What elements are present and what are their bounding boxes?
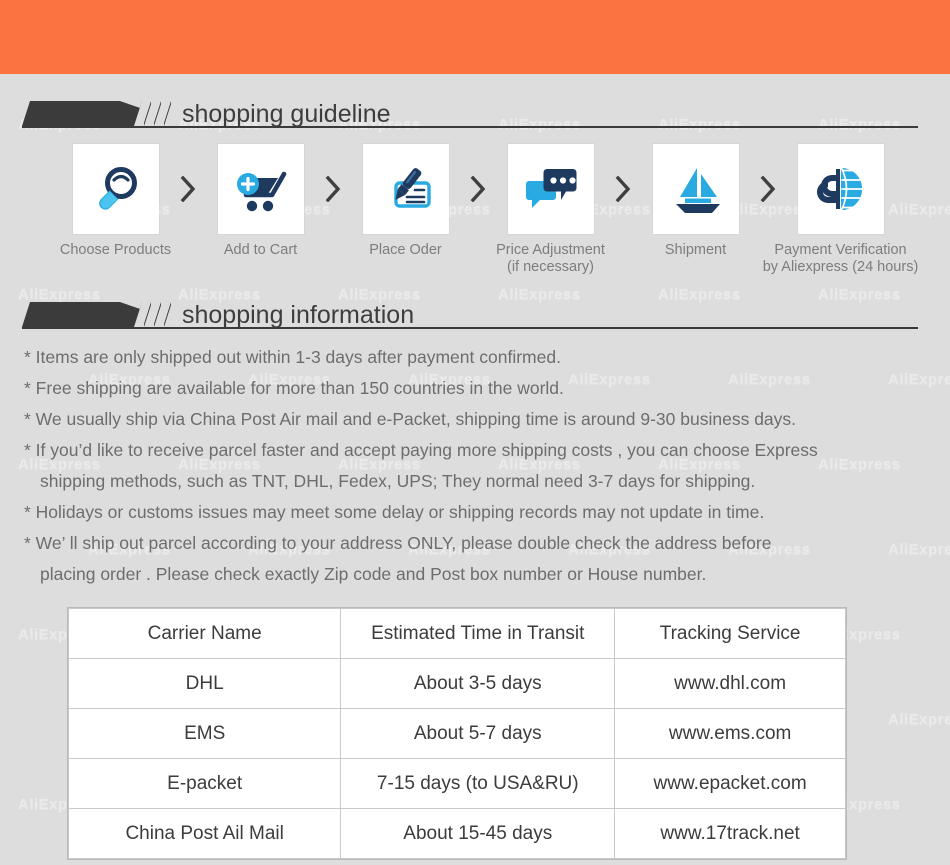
- shipping-info-line: * We usually ship via China Post Air mai…: [24, 409, 797, 429]
- table-row: DHL About 3-5 days www.dhl.com: [67, 658, 846, 709]
- table-row: E-packet 7-15 days (to USA&RU) www.epack…: [67, 758, 846, 809]
- cell-estimated-time: About 15-45 days: [340, 808, 616, 859]
- step-add-to-cart[interactable]: Add to Cart: [213, 144, 308, 259]
- magnifier-icon: [72, 144, 159, 234]
- chevron-right-icon: [308, 144, 358, 234]
- step-label: Payment Verification by Aliexpress (24 h…: [763, 242, 919, 275]
- chevron-right-icon: [163, 144, 213, 234]
- table-header-row: Carrier Name Estimated Time in Transit T…: [67, 608, 846, 659]
- cell-carrier-name: DHL: [67, 658, 342, 709]
- shopping-steps-row: Choose Products Add to Cart Place Oder P…: [60, 144, 918, 279]
- table-row: EMS About 5-7 days www.ems.com: [67, 708, 846, 759]
- step-label-line1: Shipment: [664, 242, 727, 258]
- chat-bubbles-icon: [507, 144, 594, 234]
- cell-tracking-service[interactable]: www.dhl.com: [614, 658, 846, 709]
- shipping-info-line: * We’ ll ship out parcel according to yo…: [24, 533, 772, 553]
- column-header-estimated-time: Estimated Time in Transit: [340, 608, 616, 659]
- chevron-right-icon: [598, 144, 648, 234]
- section-title-shopping-guideline: shopping guideline: [182, 100, 391, 128]
- step-label-line1: Payment Verification: [774, 242, 907, 258]
- shipping-info-line: * Items are only shipped out within 1-3 …: [24, 347, 561, 367]
- step-label: Add to Cart: [224, 242, 297, 259]
- cell-tracking-service[interactable]: www.ems.com: [614, 708, 846, 759]
- section-title-shopping-information: shopping information: [182, 301, 415, 329]
- cell-carrier-name: E-packet: [67, 758, 342, 809]
- section-header-rule: [22, 126, 918, 128]
- watermark-text: AliExpress: [888, 201, 950, 218]
- column-header-tracking-service: Tracking Service: [614, 608, 846, 659]
- step-label: Shipment: [665, 242, 726, 259]
- step-label-line1: Add to Cart: [223, 242, 298, 258]
- step-shipment[interactable]: Shipment: [648, 144, 743, 259]
- top-banner: [0, 0, 950, 74]
- cell-carrier-name: EMS: [67, 708, 342, 759]
- shipping-info-line: * Holidays or customs issues may meet so…: [24, 502, 765, 522]
- section-header-slash-1: [144, 302, 151, 327]
- watermark-text: AliExpress: [888, 711, 950, 728]
- sailboat-icon: [652, 144, 739, 234]
- step-payment-verification[interactable]: Payment Verification by Aliexpress (24 h…: [763, 144, 918, 275]
- section-header-rule: [22, 327, 918, 329]
- section-header-slash-3: [164, 302, 171, 327]
- step-label-line2: by Aliexpress (24 hours): [762, 258, 919, 275]
- section-header-slash-2: [154, 101, 161, 126]
- write-check-icon: [362, 144, 449, 234]
- cell-carrier-name: China Post Ail Mail: [67, 808, 342, 859]
- step-place-order[interactable]: Place Oder: [358, 144, 453, 259]
- cell-estimated-time: 7-15 days (to USA&RU): [340, 758, 616, 809]
- step-label-line2: (if necessary): [506, 258, 595, 275]
- section-header-band: [22, 302, 142, 327]
- chevron-right-icon: [453, 144, 503, 234]
- cell-tracking-service[interactable]: www.epacket.com: [614, 758, 846, 809]
- step-choose-products[interactable]: Choose Products: [60, 144, 171, 259]
- step-label-line1: Price Adjustment: [496, 242, 605, 258]
- shipping-info-list: * Items are only shipped out within 1-3 …: [24, 342, 929, 590]
- step-label: Choose Products: [60, 242, 171, 259]
- column-header-carrier-name: Carrier Name: [67, 608, 342, 659]
- step-label: Price Adjustment (if necessary): [496, 242, 605, 275]
- cell-estimated-time: About 5-7 days: [340, 708, 616, 759]
- cell-estimated-time: About 3-5 days: [340, 658, 616, 709]
- dollar-globe-icon: [797, 144, 884, 234]
- section-header-slash-1: [144, 101, 151, 126]
- shipping-info-line: * Free shipping are available for more t…: [24, 378, 564, 398]
- step-label: Place Oder: [369, 242, 442, 259]
- chevron-right-icon: [743, 144, 793, 234]
- section-header-band: [22, 101, 142, 126]
- add-to-cart-icon: [217, 144, 304, 234]
- section-header-shopping-information: shopping information: [22, 293, 918, 329]
- section-header-slash-2: [154, 302, 161, 327]
- carrier-table: Carrier Name Estimated Time in Transit T…: [67, 608, 846, 859]
- section-header-shopping-guideline: shopping guideline: [22, 92, 918, 128]
- cell-tracking-service[interactable]: www.17track.net: [614, 808, 846, 859]
- table-row: China Post Ail Mail About 15-45 days www…: [67, 808, 846, 859]
- section-header-slash-3: [164, 101, 171, 126]
- step-price-adjustment[interactable]: Price Adjustment (if necessary): [496, 144, 605, 275]
- step-label-line1: Place Oder: [369, 242, 442, 258]
- shipping-info-line: placing order . Please check exactly Zip…: [40, 564, 707, 584]
- step-label-line1: Choose Products: [59, 242, 172, 258]
- shipping-info-line: * If you’d like to receive parcel faster…: [24, 440, 818, 460]
- shipping-info-line: shipping methods, such as TNT, DHL, Fede…: [40, 471, 756, 491]
